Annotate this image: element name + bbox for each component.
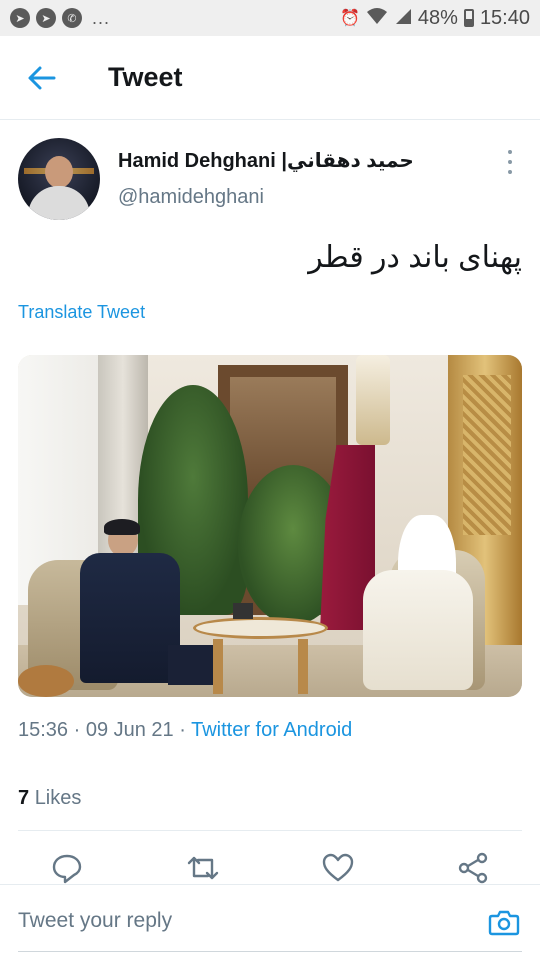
top-app-bar: Tweet (0, 36, 540, 120)
tweet-text: پهنای باند در قطر (308, 241, 522, 274)
tweet-timestamp: 15:36 · 09 Jun 21 · (18, 719, 192, 741)
status-bar: ➤ ➤ ✆ ... ⏰ 48% 15:40 (0, 0, 540, 36)
notification-overflow: ... (92, 7, 111, 28)
tweet-photo[interactable] (18, 355, 522, 697)
reply-input[interactable]: Tweet your reply (18, 909, 172, 933)
tweet-source-link[interactable]: Twitter for Android (191, 719, 352, 741)
more-vertical-icon[interactable] (506, 150, 514, 174)
battery-percent: 48% (417, 6, 458, 29)
likes-label: Likes (34, 787, 82, 809)
camera-icon[interactable] (488, 907, 520, 937)
whatsapp-icon: ✆ (62, 8, 82, 28)
wifi-icon (366, 7, 388, 30)
page-title: Tweet (108, 62, 183, 92)
like-icon[interactable] (321, 852, 355, 884)
author-name[interactable]: Hamid Dehghani |حمید دهقاني (118, 148, 414, 173)
reply-underline (18, 951, 522, 952)
share-icon[interactable] (456, 852, 490, 884)
divider (18, 830, 522, 831)
tweet-actions (0, 846, 540, 886)
author-handle[interactable]: @hamidehghani (118, 186, 264, 209)
retweet-icon[interactable] (186, 852, 220, 884)
tweet-meta: 15:36 · 09 Jun 21 · Twitter for Android (18, 719, 352, 742)
signal-icon (394, 7, 412, 30)
back-arrow-icon[interactable] (26, 64, 58, 92)
likes-number: 7 (18, 787, 30, 809)
avatar[interactable] (18, 138, 100, 220)
translate-tweet-link[interactable]: Translate Tweet (18, 302, 145, 323)
telegram-icon: ➤ (10, 8, 30, 28)
alarm-icon: ⏰ (339, 10, 360, 27)
telegram-icon: ➤ (36, 8, 56, 28)
clock: 15:40 (479, 6, 530, 29)
reply-bar: Tweet your reply (0, 884, 540, 960)
likes-count[interactable]: 7 Likes (18, 787, 81, 810)
battery-icon (463, 9, 474, 27)
reply-icon[interactable] (50, 852, 84, 884)
